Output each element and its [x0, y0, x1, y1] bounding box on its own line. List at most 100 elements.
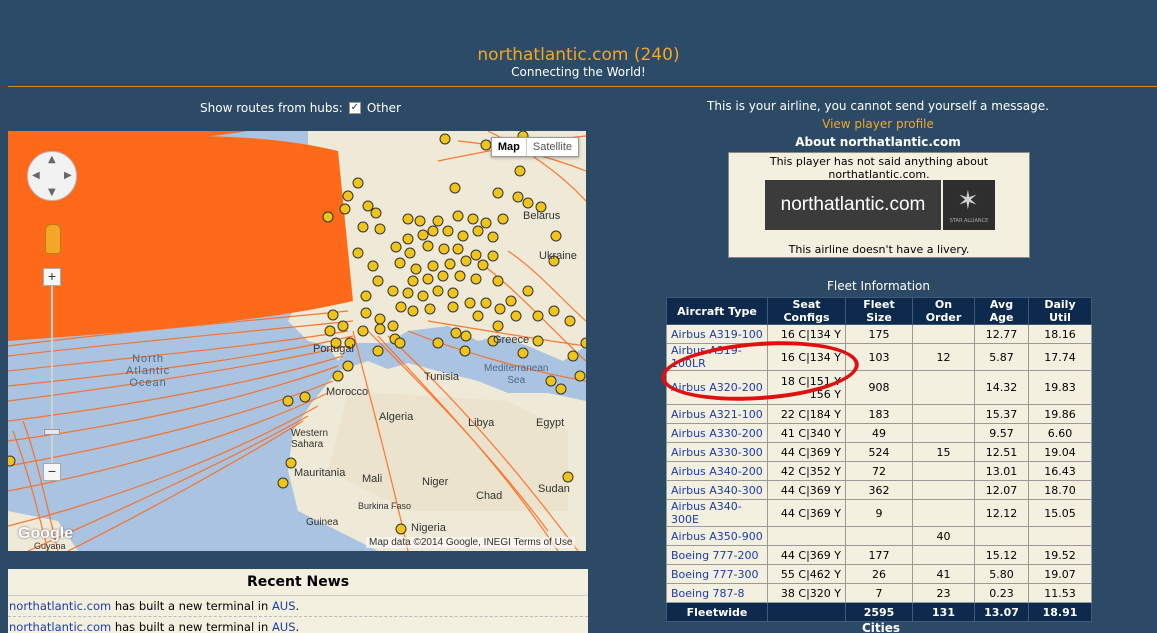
daily-util: 19.04 — [1028, 442, 1092, 462]
fleet-info-title: Fleet Information — [827, 279, 930, 293]
zoom-slider-thumb[interactable] — [44, 429, 60, 435]
aircraft-type-link[interactable]: Airbus A321-100 — [671, 408, 763, 421]
view-profile-link[interactable]: View player profile — [822, 117, 934, 131]
table-row: Airbus A330-200 41 C|340 Y 49 9.57 6.60 — [666, 423, 1092, 443]
star-alliance-icon: ✶ — [957, 186, 979, 216]
aircraft-type-link[interactable]: Boeing 787-8 — [671, 587, 745, 600]
daily-util: 15.05 — [1028, 499, 1092, 527]
seat-config: 22 C|184 Y — [767, 404, 846, 424]
col-fleet-size[interactable]: Fleet Size — [845, 297, 913, 325]
map-label-portugal: Portugal — [313, 343, 354, 355]
news-item: northatlantic.com has built a new termin… — [8, 617, 588, 633]
aircraft-type-link[interactable]: Airbus A330-300 — [671, 446, 763, 459]
recent-news-title: Recent News — [8, 569, 588, 596]
aircraft-type-link[interactable]: Airbus A319-100 — [671, 328, 763, 341]
route-map[interactable]: North Atlantic Ocean Belarus Ukraine Por… — [8, 131, 586, 551]
seat-config: 38 C|320 Y — [767, 583, 846, 603]
other-hubs-label[interactable]: Other — [367, 101, 401, 115]
news-airline-link[interactable]: northatlantic.com — [9, 599, 111, 613]
total-on-order: 131 — [912, 602, 975, 622]
page-header: northatlantic.com (240) Connecting the W… — [0, 0, 1157, 88]
daily-util: 18.16 — [1028, 324, 1092, 344]
alliance-logo: ✶ STAR ALLIANCE — [943, 180, 995, 230]
header-divider — [8, 86, 1157, 87]
map-view-button[interactable]: Map — [492, 138, 527, 156]
aircraft-type-link[interactable]: Airbus A330-200 — [671, 427, 763, 440]
table-row: Airbus A321-100 22 C|184 Y 183 15.37 19.… — [666, 404, 1092, 424]
fleet-size: 524 — [845, 442, 913, 462]
aircraft-type-link[interactable]: Boeing 777-300 — [671, 568, 759, 581]
daily-util: 11.53 — [1028, 583, 1092, 603]
news-city-link[interactable]: AUS — [272, 620, 296, 633]
col-avg-age[interactable]: Avg Age — [974, 297, 1029, 325]
table-row: Airbus A319-100 16 C|134 Y 175 12.77 18.… — [666, 324, 1092, 344]
daily-util: 19.07 — [1028, 564, 1092, 584]
on-order — [912, 404, 975, 424]
col-on-order[interactable]: On Order — [912, 297, 975, 325]
airline-title: northatlantic.com (240) — [477, 45, 680, 65]
pan-left-icon[interactable]: ◀ — [32, 170, 40, 181]
fleet-size — [845, 526, 913, 546]
avg-age: 12.51 — [974, 442, 1029, 462]
other-hubs-checkbox[interactable]: ✓ — [348, 102, 361, 114]
news-airline-link[interactable]: northatlantic.com — [9, 620, 111, 633]
table-row: Airbus A340-300E 44 C|369 Y 9 12.12 15.0… — [666, 499, 1092, 527]
map-label-sudan: Sudan — [538, 483, 570, 495]
aircraft-type-link[interactable]: Boeing 777-200 — [671, 549, 759, 562]
avg-age: 12.12 — [974, 499, 1029, 527]
zoom-slider-track[interactable] — [51, 286, 53, 466]
pan-down-icon[interactable]: ▼ — [48, 187, 56, 198]
news-city-link[interactable]: AUS — [272, 599, 296, 613]
on-order: 15 — [912, 442, 975, 462]
fleetwide-total-row: Fleetwide 2595 131 13.07 18.91 — [666, 602, 1092, 622]
avg-age: 5.87 — [974, 343, 1029, 371]
total-fleet-size: 2595 — [845, 602, 913, 622]
pan-control[interactable]: ▲ ▼ ◀ ▶ — [27, 151, 77, 201]
seat-config: 16 C|134 Y — [767, 343, 846, 371]
fleet-size: 362 — [845, 480, 913, 500]
pan-right-icon[interactable]: ▶ — [64, 170, 72, 181]
aircraft-type-link[interactable]: Airbus A340-300 — [671, 484, 763, 497]
on-order — [912, 370, 975, 405]
avg-age — [974, 526, 1029, 546]
daily-util: 16.43 — [1028, 461, 1092, 481]
map-attribution[interactable]: Map data ©2014 Google, INEGI Terms of Us… — [366, 537, 576, 548]
avg-age: 13.01 — [974, 461, 1029, 481]
table-row: Airbus A330-300 44 C|369 Y 524 15 12.51 … — [666, 442, 1092, 462]
daily-util: 17.74 — [1028, 343, 1092, 371]
on-order: 23 — [912, 583, 975, 603]
aircraft-type-link[interactable]: Airbus A320-200 — [671, 381, 763, 394]
about-text: This player has not said anything about … — [769, 155, 989, 181]
table-row: Boeing 777-200 44 C|369 Y 177 15.12 19.5… — [666, 545, 1092, 565]
aircraft-type-link[interactable]: Airbus A340-300E — [671, 500, 742, 526]
col-aircraft-type[interactable]: Aircraft Type — [666, 297, 768, 325]
aircraft-type-link[interactable]: Airbus A340-200 — [671, 465, 763, 478]
pan-up-icon[interactable]: ▲ — [48, 154, 56, 165]
map-label-egypt: Egypt — [536, 417, 565, 429]
seat-config: 44 C|369 Y — [767, 442, 846, 462]
street-view-pegman-icon[interactable] — [45, 224, 61, 254]
fleet-size: 72 — [845, 461, 913, 481]
view-profile-wrapper: View player profile — [590, 117, 1157, 131]
aircraft-type-link[interactable]: Airbus A319-100LR — [671, 344, 742, 370]
on-order: 41 — [912, 564, 975, 584]
zoom-out-button[interactable]: − — [43, 463, 61, 481]
fleet-size: 177 — [845, 545, 913, 565]
col-daily-util[interactable]: Daily Util — [1028, 297, 1092, 325]
map-label-ukraine: Ukraine — [539, 250, 577, 262]
map-label-western-sahara: Western Sahara — [291, 428, 329, 450]
satellite-view-button[interactable]: Satellite — [527, 138, 578, 156]
about-box: This player has not said anything about … — [728, 152, 1030, 258]
hub-filter: Show routes from hubs: ✓ Other — [200, 101, 401, 115]
fleet-size: 175 — [845, 324, 913, 344]
col-seat-configs[interactable]: Seat Configs — [767, 297, 846, 325]
news-item: northatlantic.com has built a new termin… — [8, 596, 588, 617]
fleet-size: 908 — [845, 370, 913, 405]
seat-config: 16 C|134 Y — [767, 324, 846, 344]
zoom-in-button[interactable]: + — [43, 268, 61, 286]
aircraft-type-link[interactable]: Airbus A350-900 — [671, 530, 763, 543]
on-order — [912, 423, 975, 443]
total-avg-age: 13.07 — [974, 602, 1029, 622]
avg-age: 15.37 — [974, 404, 1029, 424]
self-message-notice: This is your airline, you cannot send yo… — [707, 99, 1049, 113]
